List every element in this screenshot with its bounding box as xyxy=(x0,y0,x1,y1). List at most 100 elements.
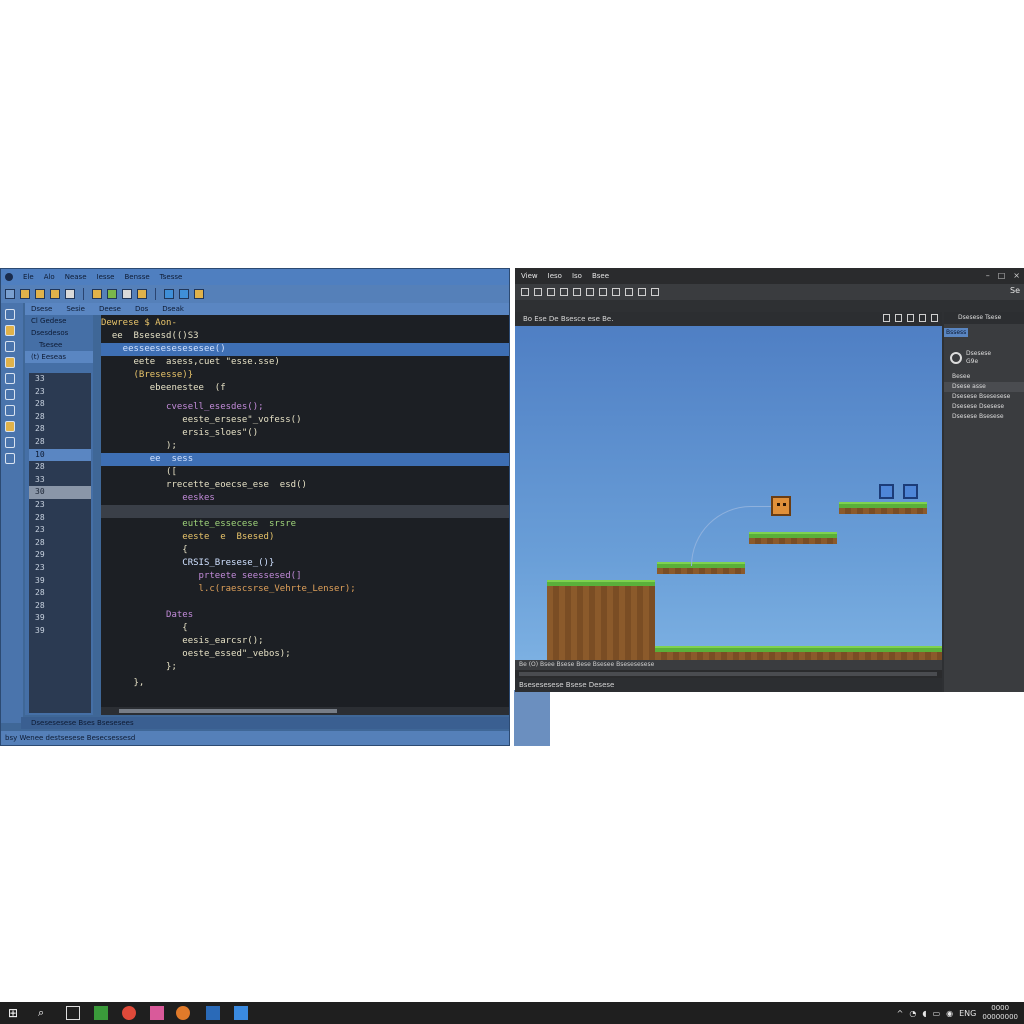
clock-time: 0000 xyxy=(991,1004,1010,1012)
network-icon[interactable]: ◉ xyxy=(946,1009,953,1018)
chrome-icon[interactable] xyxy=(122,1006,136,1020)
save-icon[interactable] xyxy=(35,289,45,299)
app-icon-editor[interactable] xyxy=(234,1006,248,1020)
grid-icon[interactable] xyxy=(625,288,633,296)
wifi-icon[interactable]: ◔ xyxy=(909,1009,916,1018)
pause-icon[interactable] xyxy=(651,288,659,296)
tab[interactable]: Deese xyxy=(99,305,121,313)
warning-icon[interactable] xyxy=(194,289,204,299)
open-icon[interactable] xyxy=(547,288,555,296)
app-icon-pink[interactable] xyxy=(150,1006,164,1020)
menu-item[interactable]: Bsee xyxy=(592,272,609,280)
menu-item[interactable]: View xyxy=(521,272,538,280)
save-all-icon[interactable] xyxy=(50,289,60,299)
code-line: eete asess,cuet "esse.sse) xyxy=(101,357,280,367)
folder-icon[interactable] xyxy=(137,289,147,299)
horizontal-scrollbar[interactable] xyxy=(101,707,509,715)
code-editor[interactable]: Dewrese $ Aon- ee Bsesesd(()S3 eesseeses… xyxy=(101,315,509,707)
bookmark-icon[interactable] xyxy=(5,437,15,448)
chevron-down-icon[interactable] xyxy=(883,314,890,322)
play-icon[interactable] xyxy=(638,288,646,296)
app-icon-green[interactable] xyxy=(94,1006,108,1020)
inspector-item[interactable]: Dsesese Bsesese xyxy=(944,412,1024,422)
timeline-scrubber[interactable] xyxy=(515,670,942,678)
start-icon[interactable]: ⊞ xyxy=(8,1006,22,1020)
layout-icon[interactable] xyxy=(179,289,189,299)
maximize-icon[interactable]: □ xyxy=(998,271,1006,280)
close-icon[interactable]: × xyxy=(1013,271,1020,280)
battery-icon[interactable]: ▭ xyxy=(933,1009,941,1018)
bottom-panel-tab[interactable]: Dsesesesese Bses Bsesesees xyxy=(21,717,509,729)
lock-icon[interactable] xyxy=(907,314,914,322)
crate-sprite[interactable] xyxy=(879,484,894,499)
build-icon[interactable] xyxy=(92,289,102,299)
tab[interactable]: Dsese xyxy=(31,305,52,313)
menu-item[interactable]: Iso xyxy=(572,272,582,280)
player-sprite[interactable] xyxy=(771,496,791,516)
menu-item[interactable]: Nease xyxy=(65,273,87,281)
menu-item[interactable]: Bensse xyxy=(125,273,150,281)
panel-tab-selected[interactable]: Bssess xyxy=(944,328,968,337)
explorer-item[interactable]: Dsesdesos xyxy=(25,327,93,339)
move-icon[interactable] xyxy=(586,288,594,296)
app-icon-blue[interactable] xyxy=(206,1006,220,1020)
search-icon[interactable] xyxy=(5,325,15,336)
scrub-track[interactable] xyxy=(519,672,937,676)
menu-item[interactable]: Ieso xyxy=(548,272,562,280)
explorer-item[interactable]: Cl Gedese xyxy=(25,315,93,327)
dirt xyxy=(839,508,927,514)
scrollbar-thumb[interactable] xyxy=(119,709,337,713)
explorer-item[interactable]: Tsesee xyxy=(25,339,93,351)
explorer-item[interactable]: (t) Eeseas xyxy=(25,351,93,363)
timeline-bar[interactable]: Be (O) Bsee Bsese Bese Bsesee Bseseseses… xyxy=(515,660,942,670)
copy-icon[interactable] xyxy=(65,289,75,299)
extensions-icon[interactable] xyxy=(5,373,15,384)
undo-icon[interactable] xyxy=(560,288,568,296)
tab[interactable]: Dseak xyxy=(162,305,184,313)
viewport-tools xyxy=(883,314,938,322)
clock[interactable]: 0000 00000000 xyxy=(982,1004,1018,1022)
save-icon[interactable] xyxy=(521,288,529,296)
plugin-icon[interactable] xyxy=(5,453,15,464)
window-icon[interactable] xyxy=(164,289,174,299)
chevron-up-icon[interactable]: ^ xyxy=(897,1009,904,1018)
debug-run-icon[interactable] xyxy=(5,357,15,368)
rotate-icon[interactable] xyxy=(599,288,607,296)
inspector-item[interactable]: Dsesese Dsesese xyxy=(944,402,1024,412)
menu-item[interactable]: Alo xyxy=(44,273,55,281)
code-line: CRSIS_Bresese_()} xyxy=(101,558,275,568)
settings-icon[interactable] xyxy=(5,389,15,400)
firefox-icon[interactable] xyxy=(176,1006,190,1020)
tab[interactable]: Sesie xyxy=(66,305,85,313)
image-icon[interactable] xyxy=(107,289,117,299)
inspector-item[interactable]: Dsesese Bsesesese xyxy=(944,392,1024,402)
scene-viewport[interactable] xyxy=(515,326,942,660)
menu-item[interactable]: Tsesse xyxy=(160,273,183,281)
redo-icon[interactable] xyxy=(573,288,581,296)
new-file-icon[interactable] xyxy=(5,289,15,299)
code-line: ersis_sloes"() xyxy=(101,428,259,438)
scale-icon[interactable] xyxy=(612,288,620,296)
settings-icon[interactable] xyxy=(931,314,938,322)
document-icon[interactable] xyxy=(5,405,15,416)
crate-sprite[interactable] xyxy=(903,484,918,499)
menu-item[interactable]: Iesse xyxy=(97,273,115,281)
code-line: (Bresesse)} xyxy=(101,370,194,380)
minimize-icon[interactable]: – xyxy=(986,271,990,280)
menu-item[interactable]: Ele xyxy=(23,273,34,281)
language-indicator[interactable]: ENG xyxy=(959,1009,976,1018)
debug-icon[interactable] xyxy=(122,289,132,299)
gear-icon[interactable] xyxy=(950,352,962,364)
files-icon[interactable] xyxy=(5,309,15,320)
grid-icon[interactable] xyxy=(919,314,926,322)
source-control-icon[interactable] xyxy=(5,341,15,352)
open-folder-icon[interactable] xyxy=(20,289,30,299)
new-icon[interactable] xyxy=(534,288,542,296)
tab[interactable]: Dos xyxy=(135,305,148,313)
inspector-item[interactable]: Dsese asse xyxy=(944,382,1024,392)
camera-icon[interactable] xyxy=(895,314,902,322)
search-icon[interactable]: ⌕ xyxy=(38,1006,52,1020)
image-icon[interactable] xyxy=(5,421,15,432)
volume-icon[interactable]: ◖ xyxy=(922,1009,926,1018)
task-view-icon[interactable] xyxy=(66,1006,80,1020)
